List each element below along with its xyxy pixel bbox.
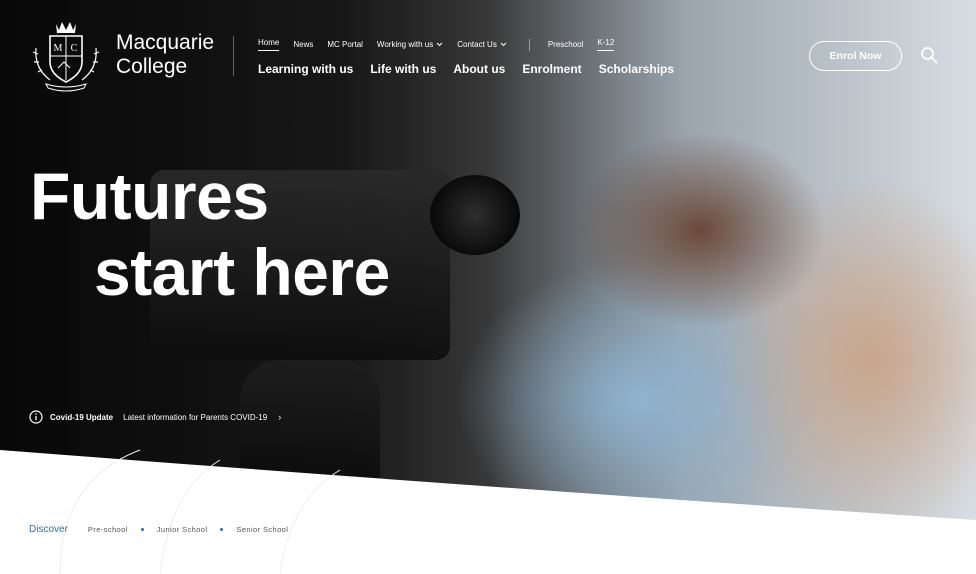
covid-update-title: Covid-19 Update xyxy=(50,412,114,422)
utility-nav-contact-us-label: Contact Us xyxy=(457,40,497,49)
school-toggle-k12-label: K-12 xyxy=(597,38,615,47)
crest-letter-c: C xyxy=(71,43,78,54)
utility-nav-home-label: Home xyxy=(258,38,280,47)
main-nav-enrolment[interactable]: Enrolment xyxy=(522,62,581,76)
school-toggle-preschool[interactable]: Preschool xyxy=(548,40,584,49)
logo-text-line2: College xyxy=(116,55,188,78)
utility-nav-home[interactable]: Home xyxy=(258,38,280,51)
discover-junior-school-link[interactable]: Junior School xyxy=(157,525,208,534)
chevron-right-icon: › xyxy=(278,412,282,422)
utility-nav-mc-portal-label: MC Portal xyxy=(327,40,363,49)
utility-nav-working-with-us-label: Working with us xyxy=(376,40,434,49)
main-nav-learning-with-us[interactable]: Learning with us xyxy=(258,62,353,76)
search-icon[interactable] xyxy=(920,46,938,64)
site-logo[interactable]: M C Macquarie College xyxy=(28,18,214,92)
enrol-now-button[interactable]: Enrol Now xyxy=(809,41,902,71)
crest-letter-m: M xyxy=(54,43,63,54)
hero-headline: Futures start here xyxy=(30,158,390,310)
utility-nav-news[interactable]: News xyxy=(293,40,313,49)
utility-nav-mc-portal[interactable]: MC Portal xyxy=(327,40,363,49)
covid-update-text: Latest information for Parents COVID-19 xyxy=(123,412,268,422)
hero-headline-line1: Futures xyxy=(30,159,269,233)
nav-divider xyxy=(233,36,234,76)
utility-nav-separator xyxy=(528,38,530,51)
school-toggle-k12[interactable]: K-12 xyxy=(597,38,615,51)
logo-text-line1: Macquarie xyxy=(116,31,215,54)
utility-nav: Home News MC Portal Working with us Cont… xyxy=(258,38,628,51)
utility-nav-news-label: News xyxy=(293,40,314,49)
discover-bar: Discover Pre-school Junior School Senior… xyxy=(29,524,288,535)
discover-preschool-link[interactable]: Pre-school xyxy=(88,525,128,534)
hero-headline-line2: start here xyxy=(94,235,390,309)
main-nav-life-with-us[interactable]: Life with us xyxy=(370,62,436,76)
discover-separator-dot xyxy=(220,528,224,531)
utility-nav-contact-us[interactable]: Contact Us xyxy=(457,40,507,49)
chevron-down-icon xyxy=(436,42,443,47)
discover-separator-dot xyxy=(140,528,144,531)
decorative-arcs xyxy=(59,449,341,574)
main-nav-scholarships[interactable]: Scholarships xyxy=(599,62,674,76)
covid-update-link[interactable]: Covid-19 Update Latest information for P… xyxy=(29,410,281,424)
school-toggle-preschool-label: Preschool xyxy=(547,40,584,49)
discover-senior-school-link[interactable]: Senior School xyxy=(236,525,288,534)
main-nav-about-us[interactable]: About us xyxy=(453,62,505,76)
info-icon xyxy=(29,410,43,424)
logo-text: Macquarie College xyxy=(116,31,214,79)
discover-label: Discover xyxy=(29,524,68,535)
main-nav: Learning with us Life with us About us E… xyxy=(258,62,674,76)
chevron-down-icon xyxy=(500,42,507,47)
utility-nav-working-with-us[interactable]: Working with us xyxy=(377,40,443,49)
crest-icon: M C xyxy=(32,22,100,92)
